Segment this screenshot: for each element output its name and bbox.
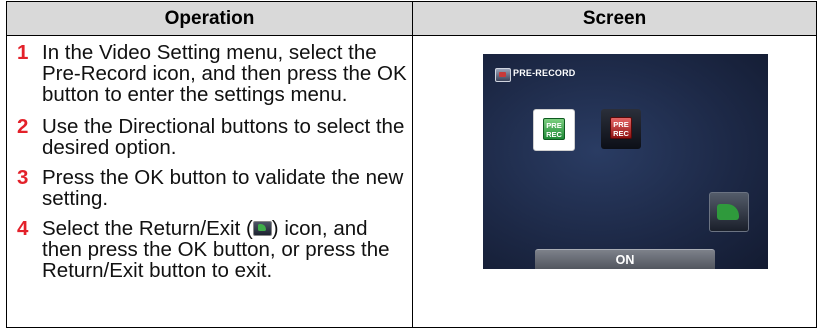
step-number: 1 xyxy=(17,41,29,64)
video-setting-icon xyxy=(495,68,511,82)
return-exit-icon xyxy=(252,221,272,236)
header-screen: Screen xyxy=(582,8,647,29)
value-label: ON xyxy=(615,253,635,267)
step-number: 4 xyxy=(17,217,29,240)
header-operation: Operation xyxy=(164,8,255,29)
step-text: Use the Directional buttons to select th… xyxy=(42,115,405,159)
value-bar: ON xyxy=(535,249,715,269)
pre-rec-red-icon: PRE REC xyxy=(610,117,632,139)
pre-rec-green-icon: PRE REC xyxy=(543,118,565,140)
step-text: Select the Return/Exit () icon, and then… xyxy=(42,218,407,281)
step-text-before: Select the Return/Exit ( xyxy=(42,217,253,240)
screen-title: PRE-RECORD xyxy=(513,68,576,78)
step-number: 2 xyxy=(17,115,29,138)
column-divider xyxy=(412,2,413,327)
step-number: 3 xyxy=(17,166,29,189)
pre-record-option-selected[interactable]: PRE REC xyxy=(533,109,575,151)
pre-record-option-off[interactable]: PRE REC xyxy=(601,109,641,149)
operation-table: Operation Screen 1 In the Video Setting … xyxy=(6,1,817,328)
return-button[interactable] xyxy=(709,192,749,232)
camera-screen: PRE-RECORD PRE REC PRE REC ON xyxy=(483,54,768,269)
step-text: In the Video Setting menu, select the Pr… xyxy=(42,41,407,106)
step-text: Press the OK button to validate the new … xyxy=(42,166,404,210)
return-exit-icon xyxy=(717,204,739,220)
